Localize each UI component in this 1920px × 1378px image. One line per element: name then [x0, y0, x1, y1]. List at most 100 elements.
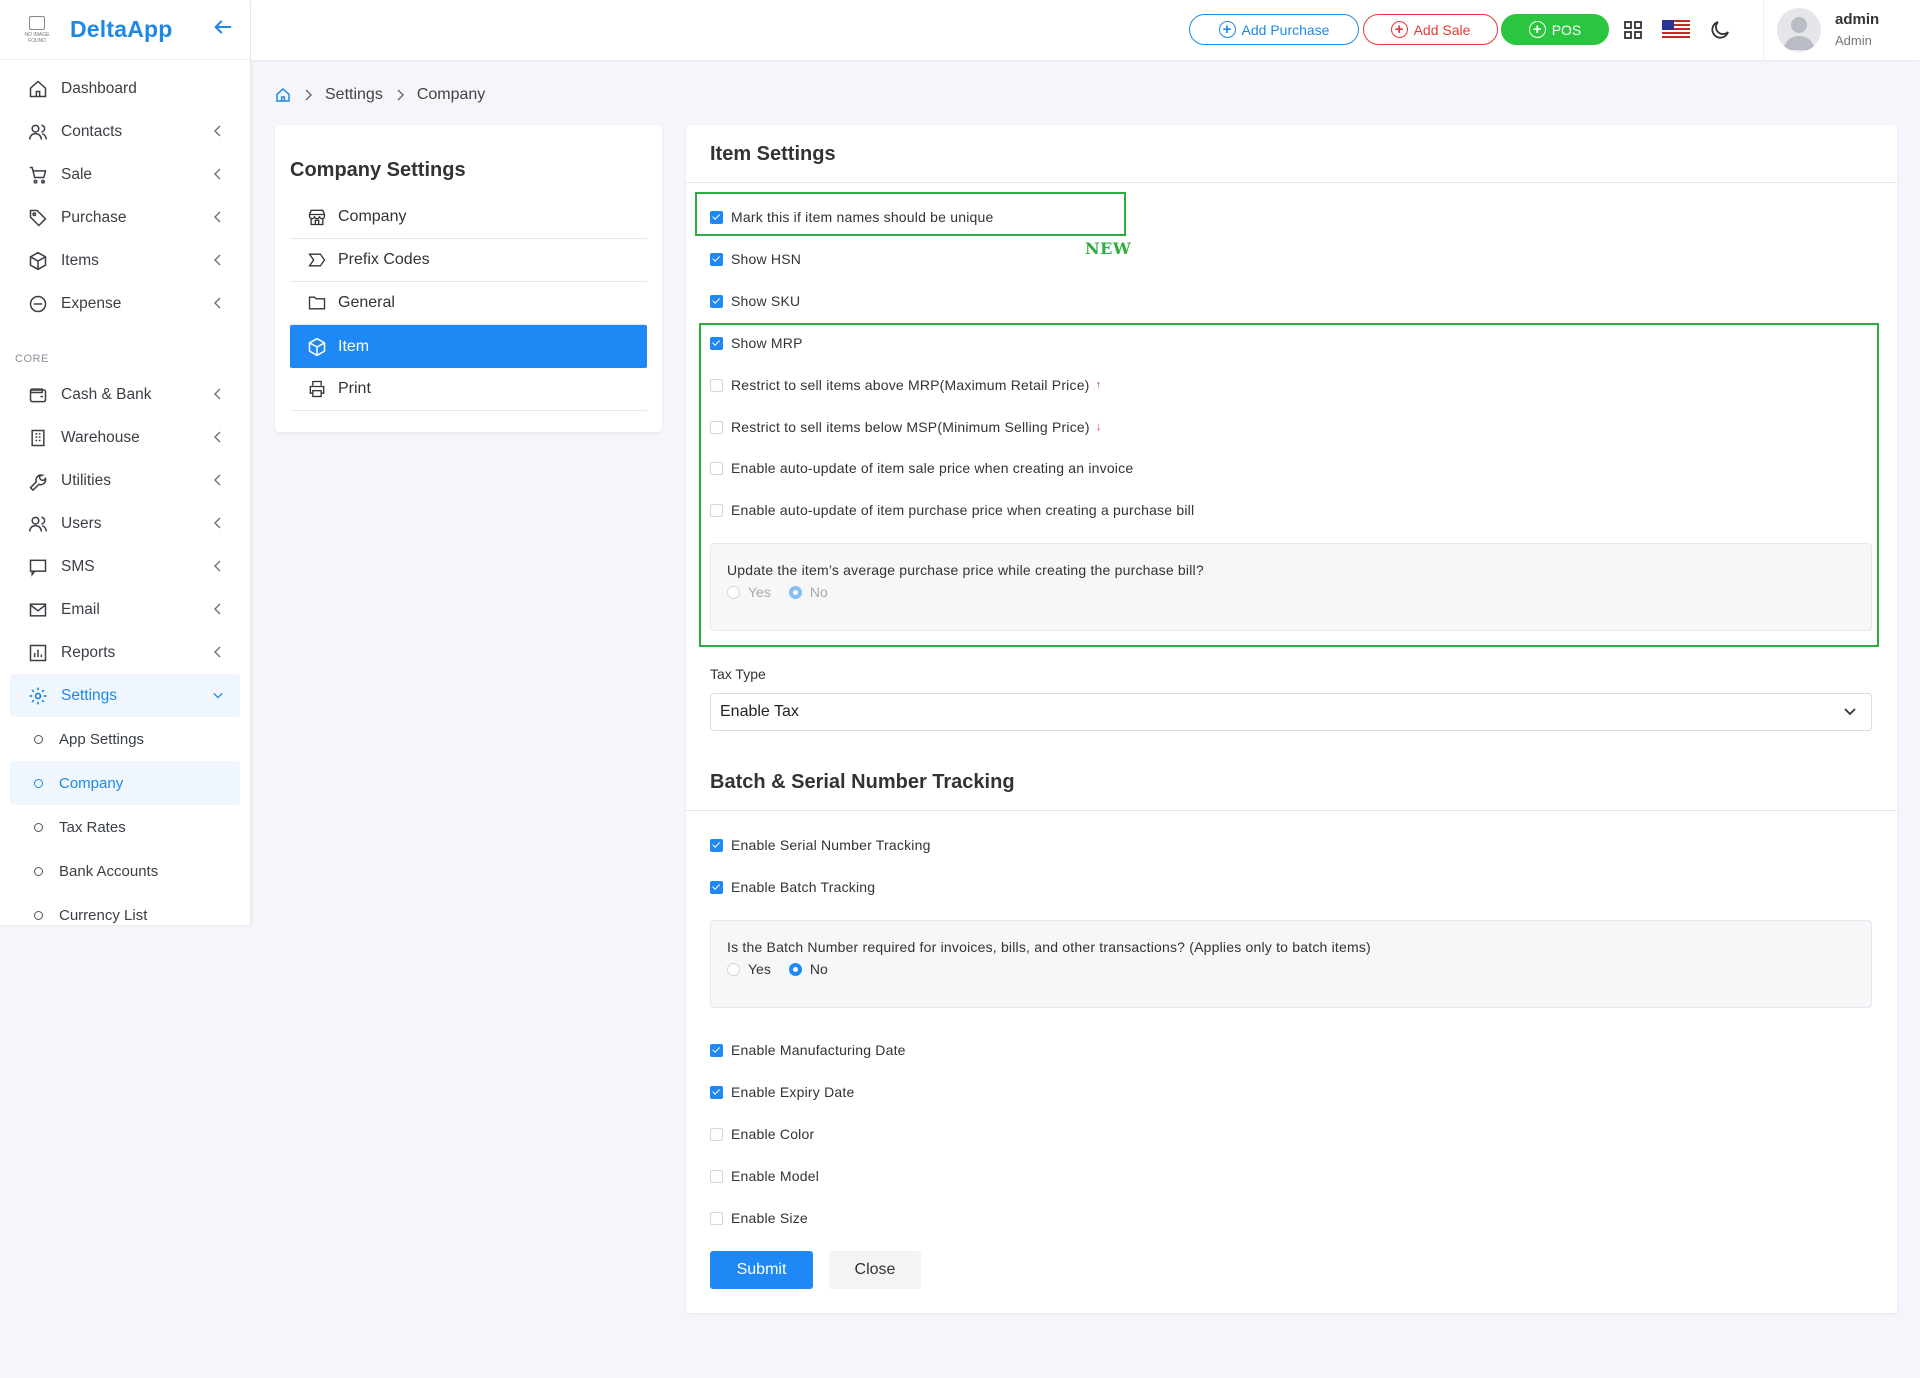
sidebar-item-sale[interactable]: Sale: [0, 153, 250, 196]
wallet-icon: [27, 384, 49, 406]
checkbox-unchecked[interactable]: [710, 461, 723, 475]
batch-question-box: Is the Batch Number required for invoice…: [710, 920, 1872, 1008]
divider: [686, 182, 1897, 183]
sidebar-item-label: Cash & Bank: [61, 385, 152, 403]
checkbox-unchecked[interactable]: [710, 1169, 723, 1183]
sidebar-item-label: Dashboard: [61, 79, 137, 97]
avatar[interactable]: [1777, 8, 1821, 52]
pos-button[interactable]: + POS: [1501, 14, 1609, 45]
item-settings-card: Item Settings NEW Mark this if item name…: [686, 125, 1897, 1313]
add-purchase-button[interactable]: + Add Purchase: [1189, 14, 1359, 45]
chevron-left-icon: [213, 474, 221, 486]
chevron-left-icon: [213, 168, 221, 180]
building-icon: [27, 427, 49, 449]
sub-item-company[interactable]: Company: [10, 761, 240, 805]
expiry-date-checkbox[interactable]: Enable Expiry Date: [710, 1084, 854, 1100]
chevron-left-icon: [213, 211, 221, 223]
unique-names-checkbox[interactable]: Mark this if item names should be unique: [710, 209, 993, 225]
sub-item-tax-rates[interactable]: Tax Rates: [0, 805, 250, 849]
sidebar-item-items[interactable]: Items: [0, 239, 250, 282]
checkbox-checked[interactable]: [710, 294, 723, 308]
sidebar-item-purchase[interactable]: Purchase: [0, 196, 250, 239]
company-settings-card: Company Settings Company Prefix Codes Ge…: [275, 125, 662, 432]
home-icon[interactable]: [275, 87, 291, 103]
sidebar-item-cash-bank[interactable]: Cash & Bank: [0, 373, 250, 416]
circle-icon: [34, 778, 43, 788]
chevron-left-icon: [213, 646, 221, 658]
size-checkbox[interactable]: Enable Size: [710, 1210, 808, 1226]
sub-item-app-settings[interactable]: App Settings: [0, 717, 250, 761]
user-name[interactable]: admin: [1835, 11, 1879, 28]
tax-type-value: Enable Tax: [720, 703, 799, 720]
radio-no[interactable]: [788, 585, 802, 599]
us-flag-icon[interactable]: [1662, 18, 1690, 42]
sidebar-item-email[interactable]: Email: [0, 588, 250, 631]
settings-menu-label: Company: [338, 208, 407, 225]
checkbox-label: Restrict to sell items below MSP(Minimum…: [731, 419, 1090, 435]
checkbox-checked[interactable]: [710, 336, 723, 350]
restrict-above-mrp-checkbox[interactable]: Restrict to sell items above MRP(Maximum…: [710, 377, 1101, 393]
sidebar-item-users[interactable]: Users: [0, 502, 250, 545]
close-button[interactable]: Close: [829, 1251, 921, 1289]
circle-icon: [34, 822, 43, 832]
auto-sale-price-checkbox[interactable]: Enable auto-update of item sale price wh…: [710, 460, 1133, 476]
arrow-left-icon[interactable]: [212, 16, 234, 38]
serial-tracking-checkbox[interactable]: Enable Serial Number Tracking: [710, 837, 931, 853]
sub-item-bank-accounts[interactable]: Bank Accounts: [0, 849, 250, 893]
sidebar-item-utilities[interactable]: Utilities: [0, 459, 250, 502]
model-checkbox[interactable]: Enable Model: [710, 1168, 819, 1184]
sub-item-currency-list[interactable]: Currency List: [0, 893, 250, 925]
submit-button[interactable]: Submit: [710, 1251, 813, 1289]
checkbox-checked[interactable]: [710, 1043, 723, 1057]
settings-menu-company[interactable]: Company: [290, 196, 647, 239]
radio-yes[interactable]: [727, 962, 740, 976]
mfg-date-checkbox[interactable]: Enable Manufacturing Date: [710, 1042, 906, 1058]
radio-yes-label: Yes: [748, 584, 771, 600]
checkbox-checked[interactable]: [710, 880, 723, 894]
auto-purchase-price-checkbox[interactable]: Enable auto-update of item purchase pric…: [710, 502, 1194, 518]
brand-name[interactable]: DeltaApp: [70, 16, 173, 43]
tax-type-label: Tax Type: [710, 666, 766, 682]
checkbox-unchecked[interactable]: [710, 1211, 723, 1225]
sidebar-item-settings[interactable]: Settings: [10, 674, 240, 717]
sidebar-item-warehouse[interactable]: Warehouse: [0, 416, 250, 459]
checkbox-unchecked[interactable]: [710, 420, 723, 434]
radio-no[interactable]: [788, 962, 802, 976]
breadcrumb-settings[interactable]: Settings: [325, 86, 383, 104]
add-sale-button[interactable]: + Add Sale: [1363, 14, 1498, 45]
settings-menu-item[interactable]: Item: [290, 325, 647, 368]
checkbox-unchecked[interactable]: [710, 1127, 723, 1141]
users-icon: [27, 121, 49, 143]
settings-menu-print[interactable]: Print: [290, 368, 647, 411]
sidebar-item-label: Warehouse: [61, 428, 140, 446]
checkbox-checked[interactable]: [710, 252, 723, 266]
chevron-left-icon: [213, 517, 221, 529]
sidebar-item-expense[interactable]: Expense: [0, 282, 250, 325]
sidebar-item-contacts[interactable]: Contacts: [0, 110, 250, 153]
checkbox-label: Show MRP: [731, 335, 803, 351]
sidebar-item-reports[interactable]: Reports: [0, 631, 250, 674]
radio-yes[interactable]: [727, 585, 740, 599]
grid-icon[interactable]: [1621, 18, 1645, 42]
checkbox-unchecked[interactable]: [710, 503, 723, 517]
show-hsn-checkbox[interactable]: Show HSN: [710, 251, 801, 267]
restrict-below-msp-checkbox[interactable]: Restrict to sell items below MSP(Minimum…: [710, 419, 1101, 435]
batch-tracking-checkbox[interactable]: Enable Batch Tracking: [710, 879, 875, 895]
sidebar-item-dashboard[interactable]: Dashboard: [0, 67, 250, 110]
settings-menu-prefix-codes[interactable]: Prefix Codes: [290, 239, 647, 282]
checkbox-label: Enable Model: [731, 1168, 820, 1184]
checkbox-checked[interactable]: [710, 210, 723, 224]
color-checkbox[interactable]: Enable Color: [710, 1126, 814, 1142]
checkbox-label: Show HSN: [731, 251, 802, 267]
brand-logo: NO IMAGE FOUND: [22, 12, 52, 48]
checkbox-unchecked[interactable]: [710, 378, 723, 392]
tax-type-select[interactable]: Enable Tax: [710, 693, 1872, 731]
checkbox-checked[interactable]: [710, 1085, 723, 1099]
show-mrp-checkbox[interactable]: Show MRP: [710, 335, 803, 351]
checkbox-checked[interactable]: [710, 838, 723, 852]
store-icon: [306, 206, 328, 228]
settings-menu-general[interactable]: General: [290, 282, 647, 325]
moon-icon[interactable]: [1708, 18, 1732, 42]
show-sku-checkbox[interactable]: Show SKU: [710, 293, 800, 309]
sidebar-item-sms[interactable]: SMS: [0, 545, 250, 588]
